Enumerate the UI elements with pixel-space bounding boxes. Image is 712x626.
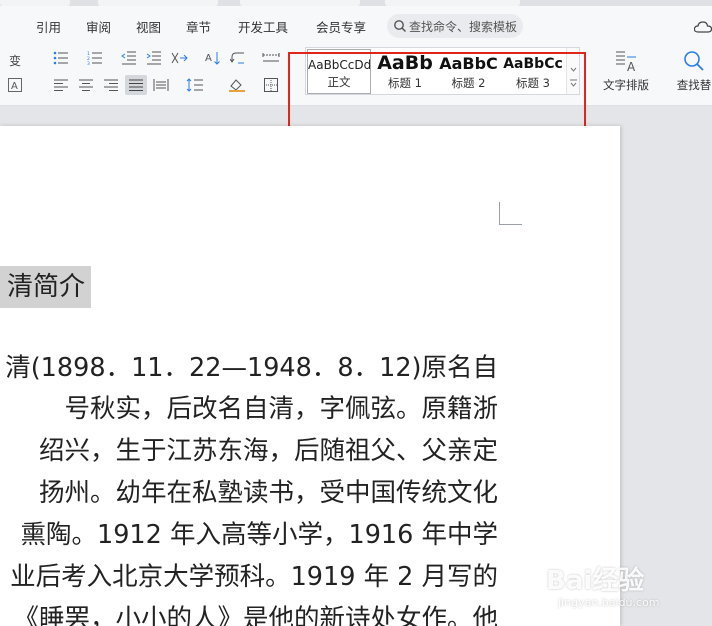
font-control-partial[interactable]: 变 (9, 52, 21, 69)
document-page[interactable]: 清简介 清(1898．11．22—1948．8．12)原名自 号秋实，后改名自清… (0, 126, 620, 626)
table-tools-icon[interactable] (262, 49, 280, 67)
body-line[interactable]: 号秋实，后改名自清，字佩弦。原籍浙 (64, 394, 498, 424)
menu-section[interactable]: 章节 (186, 17, 211, 36)
menu-member-exclusive[interactable]: 会员专享 (316, 17, 366, 36)
shading-icon[interactable] (228, 76, 246, 94)
borders-icon[interactable] (262, 76, 280, 94)
menu-view[interactable]: 视图 (136, 17, 161, 36)
command-search-box[interactable]: 查找命令、搜索模板 (387, 14, 523, 38)
numbered-list-icon[interactable]: 123 (86, 49, 104, 67)
chinese-layout-icon[interactable] (170, 49, 188, 67)
find-replace-button[interactable]: 查找替 (674, 49, 712, 99)
line-spacing-icon[interactable] (186, 76, 204, 94)
text-layout-icon: A (616, 51, 636, 74)
bullet-list-icon[interactable] (52, 49, 70, 67)
body-line[interactable]: 清(1898．11．22—1948．8．12)原名自 (5, 353, 498, 383)
document-heading[interactable]: 清简介 (0, 266, 92, 308)
align-right-icon[interactable] (102, 76, 120, 94)
svg-text:A: A (627, 60, 636, 73)
text-layout-button[interactable]: A 文字排版 (596, 49, 656, 99)
menu-developer-tools[interactable]: 开发工具 (238, 17, 288, 36)
cloud-icon[interactable] (694, 21, 712, 33)
decrease-indent-icon[interactable] (120, 49, 138, 67)
character-border-icon[interactable]: A (6, 76, 24, 94)
magnifier-icon (684, 51, 704, 71)
svg-text:3: 3 (87, 61, 90, 65)
body-line[interactable]: 绍兴，生于江苏东海，后随祖父、父亲定 (39, 436, 498, 466)
find-replace-label: 查找替 (676, 78, 712, 92)
body-line[interactable]: 熏陶。1912 年入高等小学，1916 年中学 (20, 520, 498, 550)
svg-text:A: A (205, 53, 212, 64)
body-line[interactable]: 《睡罢，小小的人》是他的新诗处女作。他 (13, 604, 498, 626)
svg-text:A: A (11, 81, 18, 92)
justify-icon[interactable] (125, 75, 147, 95)
body-line[interactable]: 业后考入北京大学预科。1919 年 2 月写的 (10, 562, 498, 592)
menu-references[interactable]: 引用 (36, 17, 61, 36)
text-layout-label: 文字排版 (603, 78, 649, 92)
sort-icon[interactable]: A (204, 49, 222, 67)
show-hide-marks-icon[interactable] (229, 49, 247, 67)
align-left-icon[interactable] (52, 76, 70, 94)
search-icon (394, 20, 407, 33)
distributed-align-icon[interactable] (152, 76, 170, 94)
align-center-icon[interactable] (77, 76, 95, 94)
menu-review[interactable]: 审阅 (86, 17, 111, 36)
increase-indent-icon[interactable] (145, 49, 163, 67)
body-line[interactable]: 扬州。幼年在私塾读书，受中国传统文化 (39, 478, 498, 508)
page-corner-mark (499, 202, 522, 225)
search-placeholder: 查找命令、搜索模板 (409, 19, 518, 34)
menu-bar: 引用 审阅 视图 章节 开发工具 会员专享 查找命令、搜索模板 (0, 6, 712, 44)
